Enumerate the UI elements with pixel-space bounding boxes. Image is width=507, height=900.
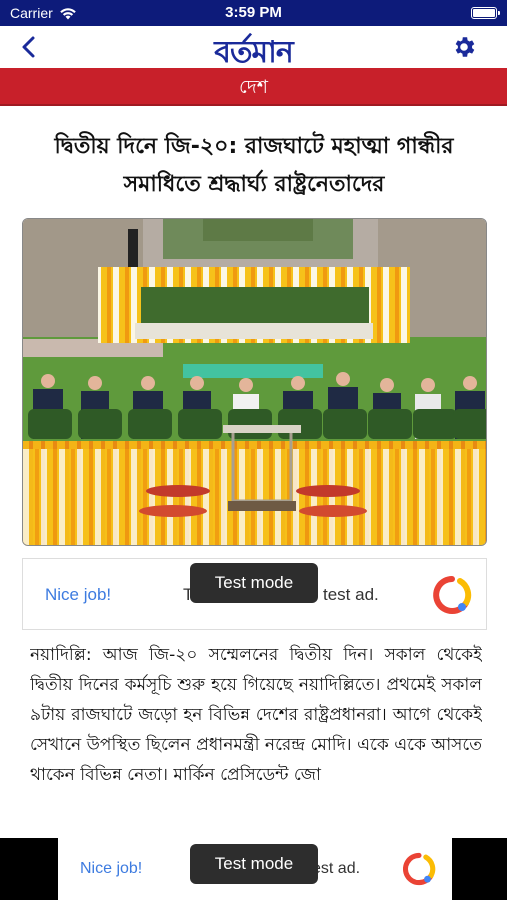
bottom-test-mode-badge: Test mode: [190, 844, 318, 884]
bottom-ad-logo-icon: [402, 852, 436, 886]
battery-icon: [471, 7, 500, 19]
article-headline: দ্বিতীয় দিনে জি-২০: রাজঘাটে মহাত্মা গান…: [54, 134, 454, 197]
status-bar: Carrier 3:59 PM: [0, 0, 507, 26]
article-photo[interactable]: [22, 218, 487, 546]
test-mode-badge: Test mode: [190, 563, 318, 603]
clock: 3:59 PM: [225, 4, 282, 21]
section-title-bar: দেশ: [0, 68, 507, 106]
bottom-ad-text: est ad.: [312, 860, 361, 877]
navigation-bar: বর্তমান: [0, 26, 507, 70]
ad-text-end: test ad.: [323, 585, 379, 604]
gear-icon: [455, 37, 475, 57]
settings-button[interactable]: [451, 34, 477, 60]
bottom-ad-headline: Nice job!: [80, 860, 143, 877]
ad-logo-icon: [433, 576, 472, 614]
article-body: নয়াদিল্লি: আজ জি-২০ সম্মেলনের দ্বিতীয় …: [30, 645, 482, 785]
ad-headline: Nice job!: [45, 585, 112, 604]
